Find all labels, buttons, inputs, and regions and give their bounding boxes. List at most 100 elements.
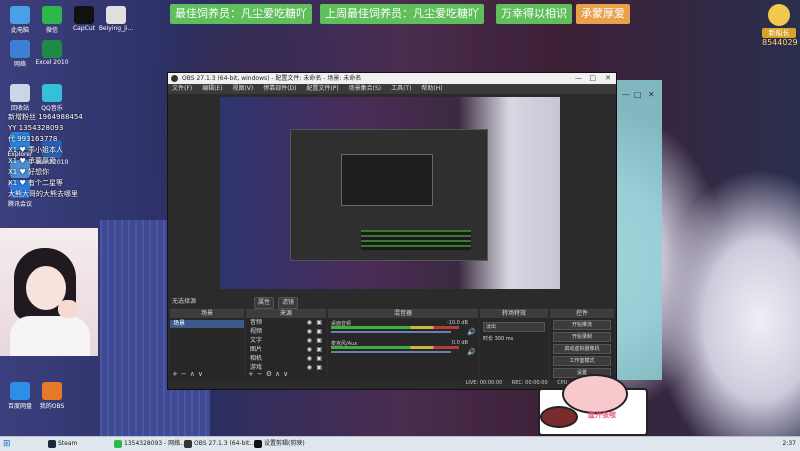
mixer-channel: 麦克风/Aux 0.0 dB 🔊 <box>328 340 478 358</box>
minimize-icon[interactable]: — <box>622 90 630 99</box>
speaker-icon[interactable]: 🔊 <box>467 328 476 336</box>
lock-icon[interactable]: ▣ <box>316 318 322 327</box>
menu-edit[interactable]: 编辑(E) <box>202 85 222 92</box>
controls-dock: 控件 开始推流 开始录制 启动虚拟摄像机 工作室模式 设置 退出 <box>550 309 614 390</box>
controls-header: 控件 <box>550 310 614 318</box>
scenes-header: 场景 <box>170 310 244 318</box>
desktop-icon[interactable]: 微信 <box>34 6 70 34</box>
pig-sticker: 虚开张啦 <box>538 374 650 436</box>
menu-file[interactable]: 文件(F) <box>172 85 192 92</box>
start-recording-button[interactable]: 开始录制 <box>553 332 611 342</box>
source-item[interactable]: 视频 ◉ ▣ <box>246 327 326 336</box>
webcam-hand <box>58 300 78 318</box>
live-status: LIVE: 00:00:00 <box>465 380 503 386</box>
menu-docks[interactable]: 停靠部件(D) <box>263 85 296 92</box>
volume-slider[interactable] <box>331 351 451 353</box>
transition-select[interactable]: 淡出 <box>483 322 545 332</box>
desktop-icon[interactable]: CapCut <box>66 6 102 32</box>
taskbar-item-obs[interactable]: OBS 27.1.3 (64-bit... <box>182 438 255 450</box>
desktop-icon-label: QQ音乐 <box>41 105 63 112</box>
menu-view[interactable]: 视图(V) <box>232 85 253 92</box>
desktop-icon-label: 微信 <box>45 27 58 34</box>
properties-button[interactable]: 属性 <box>254 297 275 309</box>
desktop-icon[interactable]: 网络 <box>2 40 38 68</box>
scene-item[interactable]: 场景 <box>170 320 244 328</box>
app-icon <box>42 40 62 58</box>
menu-scene-collection[interactable]: 场景集合(S) <box>349 85 382 92</box>
lock-icon[interactable]: ▣ <box>316 336 322 345</box>
scenes-dock: 场景 场景 +−∧∨ <box>170 309 244 380</box>
obs-logo-icon <box>171 75 178 82</box>
obs-icon <box>184 440 192 448</box>
taskbar-item-chat[interactable]: 1354328093 - 网络... <box>112 438 186 450</box>
obs-preview[interactable] <box>220 97 560 289</box>
eye-icon[interactable]: ◉ <box>307 327 312 336</box>
desktop-icon[interactable]: Excel 2010 <box>34 40 70 66</box>
source-item[interactable]: 文字 ◉ ▣ <box>246 336 326 345</box>
source-label: 图片 <box>250 346 263 353</box>
obs-menubar: 文件(F) 编辑(E) 视图(V) 停靠部件(D) 配置文件(P) 场景集合(S… <box>168 84 616 94</box>
eye-icon[interactable]: ◉ <box>307 354 312 363</box>
lock-icon[interactable]: ▣ <box>316 354 322 363</box>
scene-tools[interactable]: +−∧∨ <box>172 370 206 378</box>
maximize-icon[interactable]: □ <box>634 90 642 99</box>
source-item[interactable]: 相机 ◉ ▣ <box>246 354 326 363</box>
studio-mode-button[interactable]: 工作室模式 <box>553 356 611 366</box>
eye-icon[interactable]: ◉ <box>307 363 312 372</box>
source-tools[interactable]: +−⚙∧∨ <box>248 370 291 378</box>
badge-count: 8544029 <box>762 38 798 47</box>
desktop-icon[interactable]: Beiying_ji... <box>98 6 134 32</box>
overlay-line: 大熊大哥的大熊去哪里 <box>8 190 78 198</box>
eye-icon[interactable]: ◉ <box>307 345 312 354</box>
app-icon <box>10 40 30 58</box>
banner-lucky: 万幸得以相识 <box>496 4 572 24</box>
webcam-body <box>10 316 90 356</box>
overlay-line: 代 993163778 <box>8 135 58 143</box>
overlay-line: YY 1354328093 <box>8 124 64 132</box>
eye-icon[interactable]: ◉ <box>307 336 312 345</box>
app-icon <box>74 6 94 24</box>
speaker-icon[interactable]: 🔊 <box>467 348 476 356</box>
menu-tools[interactable]: 工具(T) <box>391 85 411 92</box>
obs-window[interactable]: OBS 27.1.3 (64-bit, windows) - 配置文件: 未命名… <box>167 72 617 390</box>
duration-value[interactable]: 300 ms <box>495 336 514 342</box>
desktop-icon[interactable]: 百度网盘 <box>2 382 38 410</box>
desktop-icon[interactable]: 此电脑 <box>2 6 38 34</box>
maximize-icon[interactable]: □ <box>589 73 596 84</box>
source-item[interactable]: 音频 ◉ ▣ <box>246 318 326 327</box>
overlay-line: 新增粉丝 1964988454 <box>8 113 83 121</box>
menu-profile[interactable]: 配置文件(P) <box>306 85 338 92</box>
eye-icon[interactable]: ◉ <box>307 318 312 327</box>
desktop-icon-label: CapCut <box>72 25 96 32</box>
lock-icon[interactable]: ▣ <box>316 363 322 372</box>
source-label: 文字 <box>250 337 263 344</box>
sticker-plate <box>540 406 578 428</box>
side-chat-panel[interactable]: — □ ✕ <box>614 80 662 380</box>
filters-button[interactable]: 滤镜 <box>277 297 298 309</box>
taskbar-label: 设置剪辑(剪映) <box>264 440 305 447</box>
taskbar-item-capcut[interactable]: 设置剪辑(剪映) <box>252 438 305 450</box>
virtual-camera-button[interactable]: 启动虚拟摄像机 <box>553 344 611 354</box>
desktop-icon[interactable]: QQ音乐 <box>34 84 70 112</box>
mixer-header: 混音器 <box>328 310 478 318</box>
volume-slider[interactable] <box>331 331 451 333</box>
desktop-icon[interactable]: 我的OBS <box>34 382 70 410</box>
taskbar-item-steam[interactable]: Steam <box>46 438 77 450</box>
start-streaming-button[interactable]: 开始推流 <box>553 320 611 330</box>
lock-icon[interactable]: ▣ <box>316 327 322 336</box>
obs-titlebar[interactable]: OBS 27.1.3 (64-bit, windows) - 配置文件: 未命名… <box>168 73 616 84</box>
source-item[interactable]: 图片 ◉ ▣ <box>246 345 326 354</box>
desktop-icon-label: Beiying_ji... <box>98 25 134 32</box>
minimize-icon[interactable]: — <box>575 73 582 84</box>
no-source-selected: 无选择源 <box>172 298 197 305</box>
source-label: 视频 <box>250 328 263 335</box>
system-tray-clock[interactable]: 2:37 <box>783 438 796 450</box>
close-icon[interactable]: ✕ <box>605 73 611 84</box>
menu-help[interactable]: 帮助(H) <box>421 85 442 92</box>
recursive-meters <box>361 230 471 250</box>
start-button[interactable]: ⊞ <box>3 439 11 449</box>
desktop-icon[interactable]: 回收站 <box>2 84 38 112</box>
badge-name: 新船长 <box>762 28 796 38</box>
lock-icon[interactable]: ▣ <box>316 345 322 354</box>
close-icon[interactable]: ✕ <box>648 90 655 99</box>
